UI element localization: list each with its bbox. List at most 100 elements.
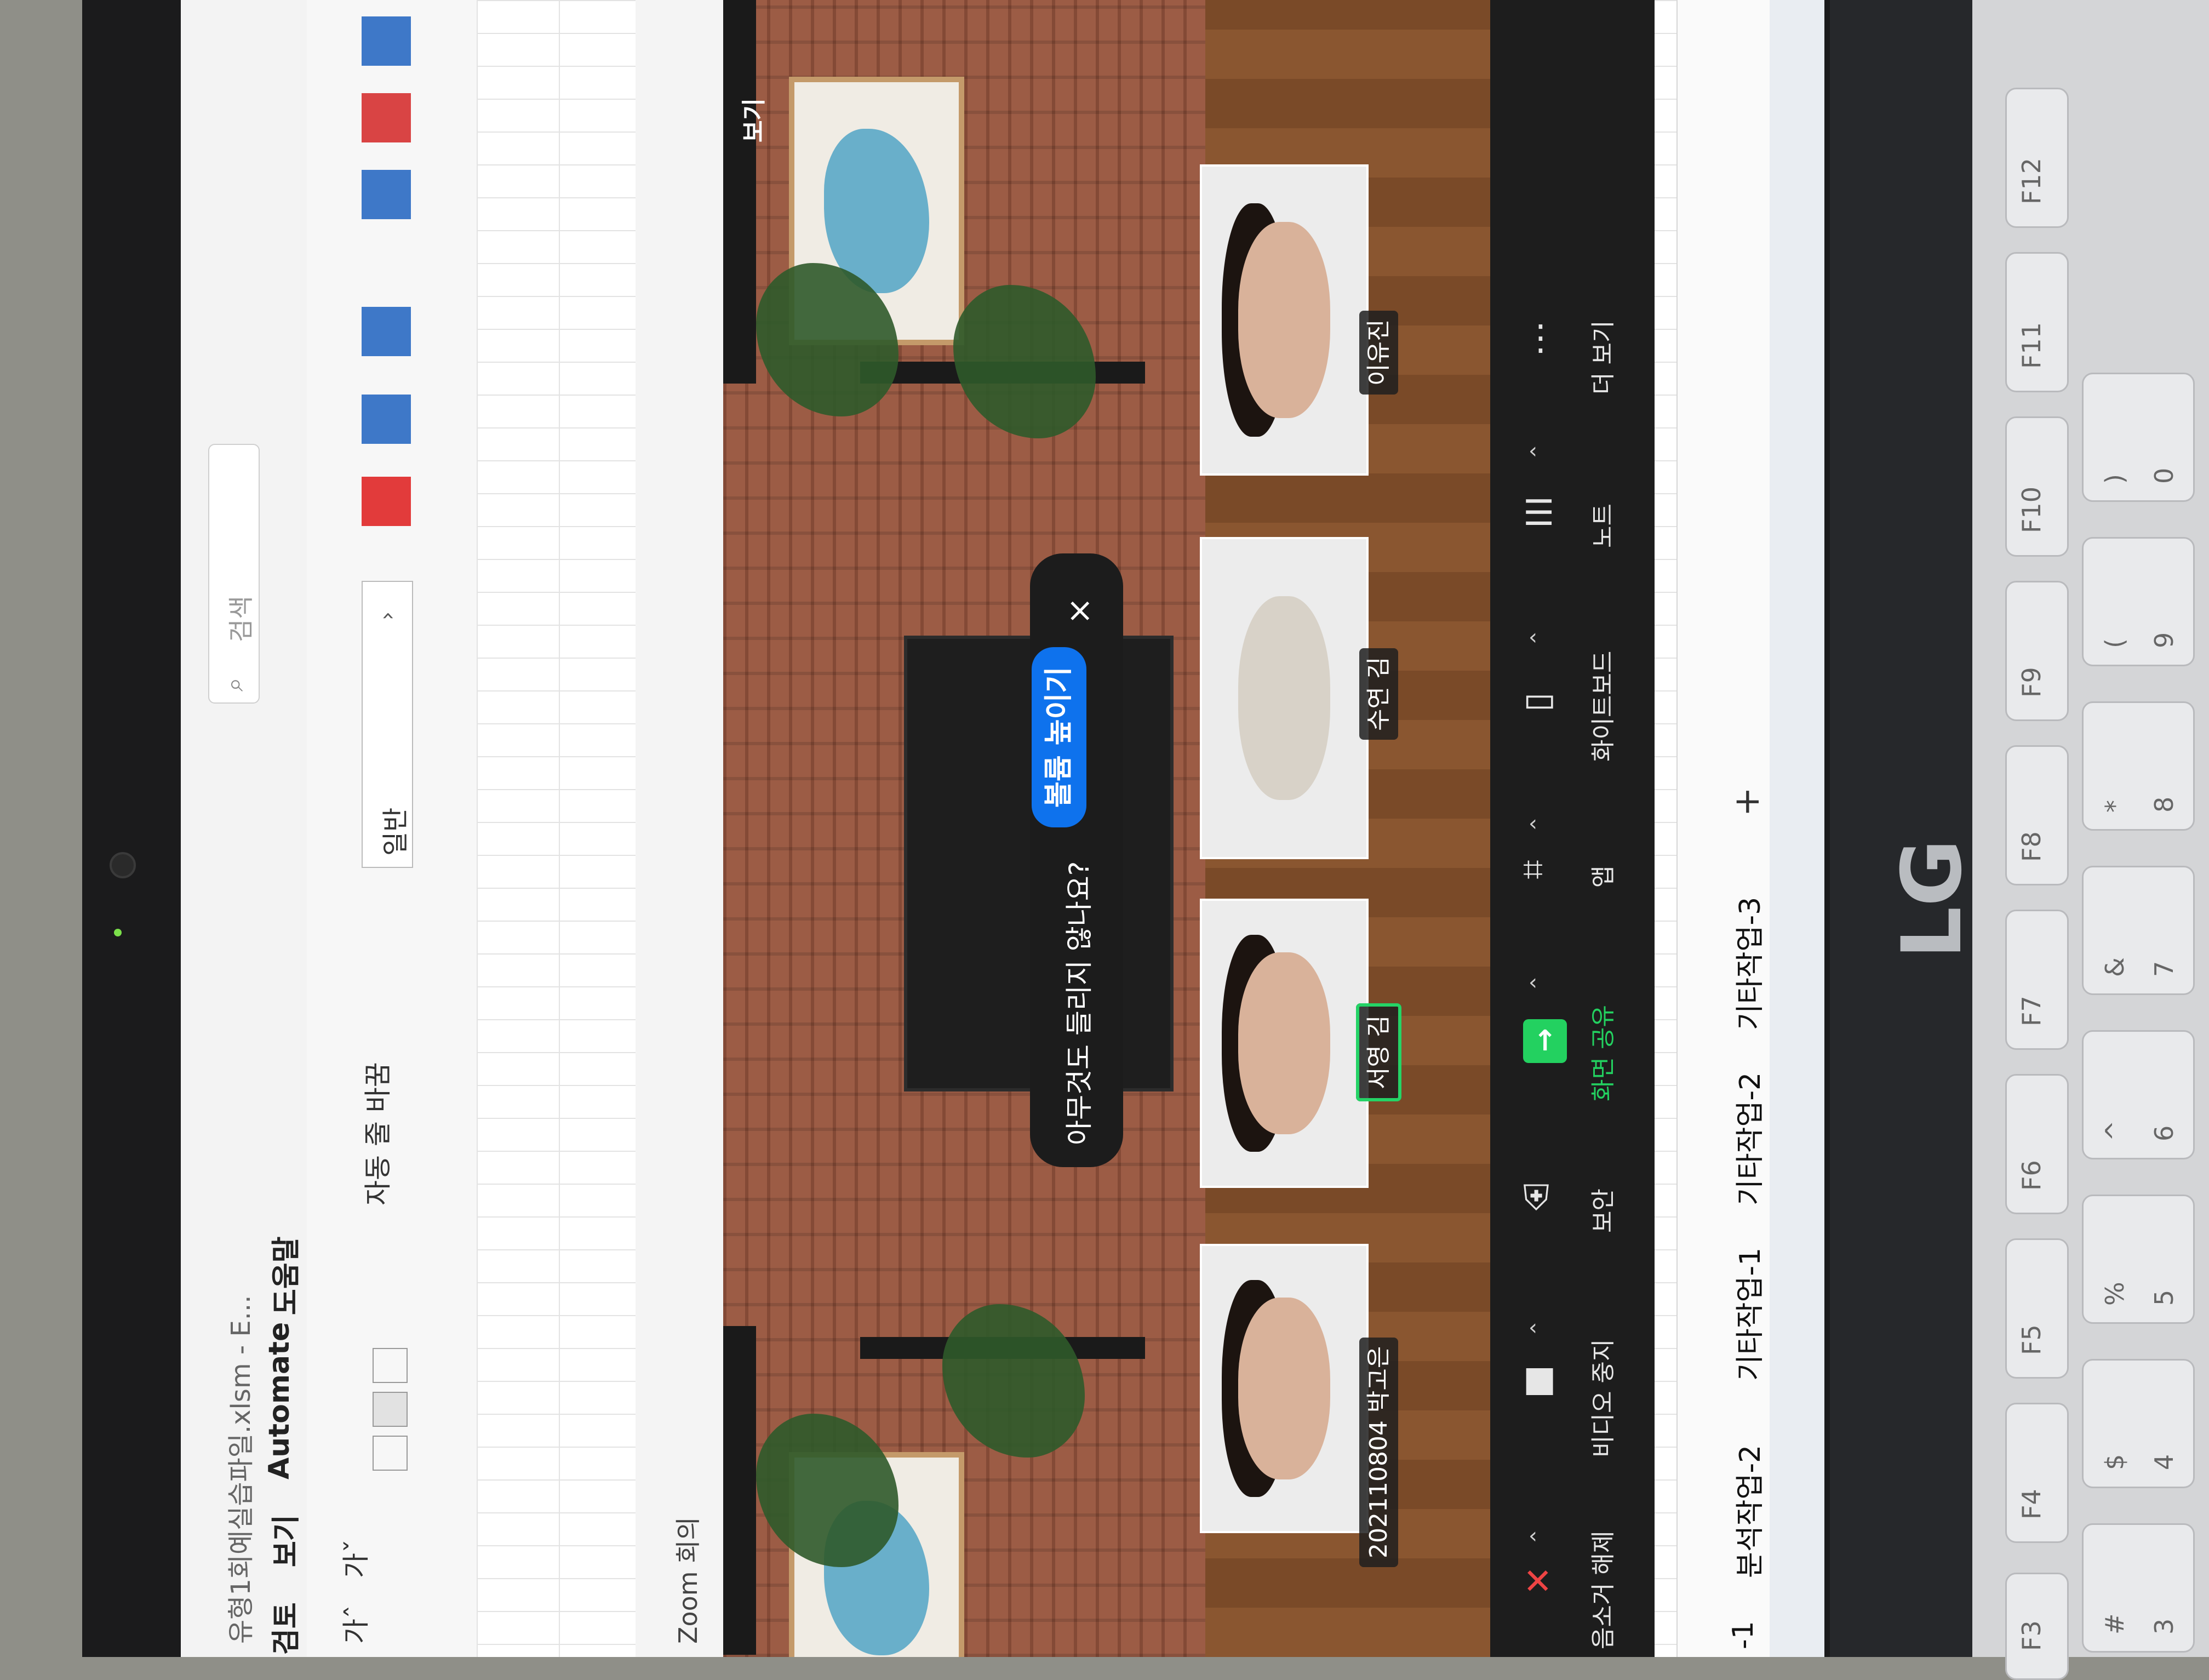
shield-icon[interactable]: ⛨ [1523, 1178, 1549, 1219]
zoom-control-bar: ✕ ‹ 음소거 해제 ■ ‹ 비디오 중지 ⛨ 보안 ↑ ‹ 화면 공유 ⌗ ‹… [1490, 0, 1655, 1657]
key-f9[interactable]: F9 [2005, 581, 2069, 721]
chevron-up-icon[interactable]: ‹ [1529, 438, 1537, 464]
chevron-up-icon[interactable]: ‹ [1529, 625, 1537, 650]
key-label: F3 [2017, 1620, 2046, 1651]
number-format-dropdown[interactable]: 일반 › [362, 581, 413, 868]
camera-led-icon [114, 929, 122, 936]
toolbar-label: 노트 [1589, 504, 1617, 548]
key-f12[interactable]: F12 [2005, 88, 2069, 228]
key-f7[interactable]: F7 [2005, 910, 2069, 1050]
key-7[interactable]: & 7 [2082, 866, 2195, 995]
share-screen-icon[interactable]: ↑ [1523, 1019, 1567, 1063]
wrap-text-button[interactable]: 자동 줄 바꿈 [356, 1062, 396, 1205]
chevron-up-icon[interactable]: ‹ [1529, 1315, 1537, 1340]
participant-name-tag: 서영 김 [1356, 1003, 1401, 1101]
participant-tile[interactable] [1200, 1244, 1369, 1533]
lg-logo: LG [1879, 778, 1980, 959]
close-icon[interactable]: × [1060, 597, 1098, 625]
align-right-icon[interactable] [373, 1348, 408, 1383]
menu-help[interactable]: 도움말 [263, 1236, 304, 1315]
key-0[interactable]: ) 0 [2082, 373, 2195, 502]
toolbar-label-whiteboard: 화이트보드 [1583, 651, 1618, 762]
plant-decoration [953, 285, 1096, 438]
apps-icon[interactable]: ⌗ [1523, 849, 1543, 890]
align-left-icon[interactable] [373, 1436, 408, 1471]
key-label: F10 [2017, 487, 2046, 533]
excel-titlebar: 유형1회예실습파일.xlsm - E... ⌕ 검색 검토 보기 Automat… [181, 0, 307, 1657]
conditional-format-icon[interactable] [362, 477, 411, 526]
key-f6[interactable]: F6 [2005, 1074, 2069, 1214]
menu-automate[interactable]: Automate [263, 1322, 296, 1479]
sheet-tab[interactable]: 기타작업-1 [1727, 1248, 1768, 1381]
key-9[interactable]: (9 [2082, 537, 2195, 666]
view-button[interactable]: 보기 [734, 98, 769, 142]
key-5[interactable]: % 5 [2082, 1195, 2195, 1324]
insert-cells-icon[interactable] [362, 170, 411, 219]
excel-search-box[interactable]: ⌕ 검색 [208, 444, 260, 704]
font-shrink-button[interactable]: 가ˇ [334, 1539, 374, 1578]
microphone-muted-icon[interactable]: ✕ [1523, 1562, 1553, 1602]
chevron-up-icon[interactable]: ‹ [1529, 970, 1537, 995]
number-format-value: 일반 [380, 807, 411, 856]
key-f4[interactable]: F4 [2005, 1403, 2069, 1543]
key-label: * [2100, 800, 2130, 813]
toolbar-label-share: 화면 공유 [1583, 1005, 1618, 1101]
key-label: # [2100, 1613, 2130, 1635]
key-4[interactable]: $4 [2082, 1359, 2195, 1488]
share-arrow-icon: ↑ [1523, 1019, 1567, 1063]
lg-logo-text: LG [1885, 839, 1980, 959]
key-f11[interactable]: F11 [2005, 252, 2069, 392]
whiteboard-icon[interactable]: ▭ [1523, 679, 1556, 720]
video-camera-icon[interactable]: ■ [1523, 1359, 1556, 1399]
background-beam [723, 1326, 756, 1655]
font-grow-button[interactable]: 가ˆ [334, 1605, 374, 1644]
key-label: 7 [2149, 961, 2179, 977]
chevron-down-icon: › [375, 612, 400, 620]
format-cells-icon[interactable] [362, 16, 411, 66]
key-f10[interactable]: F10 [2005, 416, 2069, 557]
key-8[interactable]: * 8 [2082, 701, 2195, 831]
participant-name-tag: 202110804 박고은 [1359, 1337, 1398, 1567]
chevron-up-icon[interactable]: ‹ [1529, 1523, 1537, 1548]
key-3[interactable]: #3 [2082, 1523, 2195, 1653]
key-f5[interactable]: F5 [2005, 1238, 2069, 1379]
sheet-tab[interactable]: 기타작업-3 [1727, 897, 1768, 1030]
more-icon[interactable]: ⋮ [1523, 318, 1558, 358]
key-f8[interactable]: F8 [2005, 745, 2069, 885]
key-label: F5 [2017, 1324, 2046, 1355]
add-sheet-button[interactable]: + [1727, 787, 1767, 816]
key-label: 0 [2149, 467, 2179, 484]
plant-decoration [756, 1414, 899, 1567]
delete-cells-icon[interactable] [362, 93, 411, 142]
participant-tile[interactable] [1200, 899, 1369, 1188]
excel-ribbon: 가ˆ 가ˇ 자동 줄 바꿈 일반 › [307, 0, 478, 1657]
laptop-screen: 유형1회예실습파일.xlsm - E... ⌕ 검색 검토 보기 Automat… [181, 0, 1824, 1657]
toolbar-label: 화이트보드 [1589, 650, 1617, 762]
key-label: F12 [2017, 158, 2046, 204]
excel-search-placeholder: 검색 [226, 596, 256, 642]
zoom-meeting-window: Zoom 회의 보기 아무것도 들리지 않나요? 볼륨 높이기 × 202110… [636, 0, 1655, 1657]
zoom-window-title: Zoom 회의 [673, 1517, 703, 1644]
keyboard-deck: F3 F4 F5 F6 F7 F8 F9 F10 F11 F12 #3 $4 %… [1972, 0, 2209, 1680]
sheet-tab[interactable]: -1 [1727, 1621, 1760, 1649]
participant-tile[interactable] [1200, 164, 1369, 476]
menu-review[interactable]: 검토 [263, 1602, 304, 1655]
toolbar-label: 앱 [1589, 865, 1617, 888]
notes-icon[interactable]: ☰ [1523, 493, 1554, 534]
participant-video [1238, 596, 1330, 800]
format-table-icon[interactable] [362, 395, 411, 444]
align-center-icon[interactable] [373, 1392, 408, 1427]
chevron-up-icon[interactable]: ‹ [1529, 811, 1537, 836]
sheet-tab[interactable]: 분석작업-2 [1727, 1445, 1768, 1578]
excel-file-title: 유형1회예실습파일.xlsm - E... [226, 1295, 256, 1644]
key-label: & [2100, 957, 2130, 977]
raise-voice-button[interactable]: 볼륨 높이기 [1032, 647, 1086, 827]
participant-video [1238, 1297, 1330, 1480]
participant-tile[interactable] [1200, 537, 1369, 859]
key-f3[interactable]: F3 [2005, 1573, 2069, 1680]
key-6[interactable]: ^ 6 [2082, 1030, 2195, 1159]
menu-view[interactable]: 보기 [263, 1515, 304, 1567]
cell-styles-icon[interactable] [362, 307, 411, 356]
zoom-video-area: 보기 아무것도 들리지 않나요? 볼륨 높이기 × 202110804 박고은 … [723, 0, 1490, 1657]
sheet-tab[interactable]: 기타작업-2 [1727, 1072, 1768, 1205]
